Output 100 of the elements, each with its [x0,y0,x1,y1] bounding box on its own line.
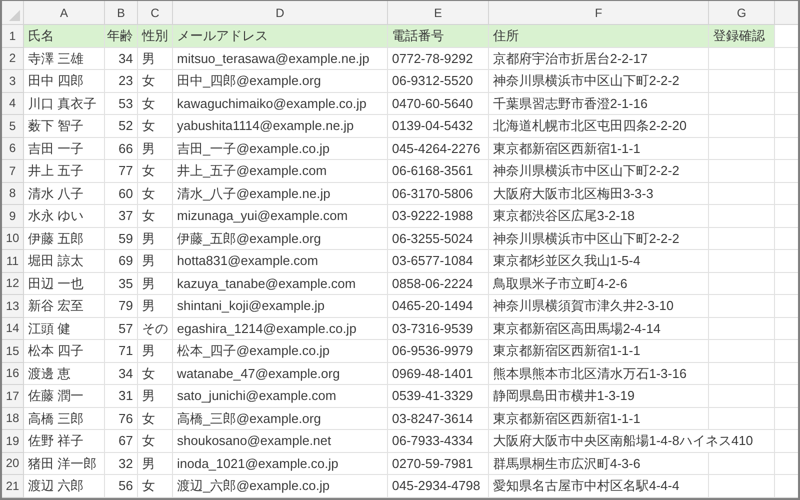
table-cell: mitsuo_terasawa@example.ne.jp [173,48,388,70]
table-cell: 女 [138,182,173,205]
table-cell: 佐藤 潤一 [24,385,105,408]
header-cell: 氏名 [24,25,105,48]
table-cell: 女 [138,92,173,115]
table-cell: 神奈川県横浜市中区山下町2-2-2 [489,160,709,182]
row-header[interactable]: 2 [2,48,24,70]
table-cell: 新谷 宏至 [24,295,105,318]
table-cell: 東京都新宿区西新宿1-1-1 [489,138,709,160]
table-cell: 男 [138,295,173,318]
column-header[interactable]: E [388,1,489,25]
table-cell: 06-7933-4334 [388,430,489,452]
table-cell: 大阪府大阪市北区梅田3-3-3 [489,182,709,205]
column-header[interactable]: G [709,1,775,25]
table-cell: 77 [105,160,138,182]
row-header[interactable]: 9 [2,205,24,228]
table-cell: 伊藤_五郎@example.org [173,228,388,250]
table-cell: 高橋_三郎@example.org [173,408,388,430]
table-cell: 03-7316-9539 [388,318,489,340]
table-cell: 女 [138,70,173,92]
table-cell: 57 [105,318,138,340]
triangle-icon [9,10,20,21]
table-cell: 神奈川県横須賀市津久井2-3-10 [489,295,709,318]
column-header[interactable]: D [173,1,388,25]
table-cell: 神奈川県横浜市中区山下町2-2-2 [489,70,709,92]
table-cell: 熊本県熊本市北区清水万石1-3-16 [489,362,709,385]
table-cell: 0465-20-1494 [388,295,489,318]
table-cell: 37 [105,205,138,228]
table-cell: 045-2934-4798 [388,475,489,498]
header-cell: 年齢 [105,25,138,48]
row-header[interactable]: 14 [2,318,24,340]
table-cell: 神奈川県横浜市中区山下町2-2-2 [489,228,709,250]
table-cell: kazuya_tanabe@example.com [173,272,388,295]
table-cell: 渡辺_六郎@example.co.jp [173,475,388,498]
table-cell: 女 [138,408,173,430]
table-cell: 田中 四郎 [24,70,105,92]
table-cell: 高橋 三郎 [24,408,105,430]
table-cell: 0858-06-2224 [388,272,489,295]
table-cell: 渡辺 六郎 [24,475,105,498]
table-cell: 北海道札幌市北区屯田四条2-2-20 [489,115,709,138]
table-cell: 0470-60-5640 [388,92,489,115]
table-cell: 松本_四子@example.co.jp [173,340,388,362]
table-cell: 06-9536-9979 [388,340,489,362]
row-header[interactable]: 19 [2,430,24,452]
table-cell: 男 [138,272,173,295]
column-header[interactable]: B [105,1,138,25]
row-header[interactable]: 11 [2,250,24,272]
column-header[interactable]: F [489,1,709,25]
select-all-button[interactable] [2,1,24,25]
table-cell: kawaguchimaiko@example.co.jp [173,92,388,115]
table-cell: 田辺 一也 [24,272,105,295]
table-cell: 59 [105,228,138,250]
table-cell: 井上_五子@example.com [173,160,388,182]
table-cell: 男 [138,228,173,250]
column-header[interactable]: A [24,1,105,25]
row-header[interactable]: 15 [2,340,24,362]
header-cell: 電話番号 [388,25,489,48]
table-cell: 女 [138,115,173,138]
table-cell: 千葉県習志野市香澄2-1-16 [489,92,709,115]
table-cell: shintani_koji@example.jp [173,295,388,318]
table-cell: 35 [105,272,138,295]
table-cell: 佐野 祥子 [24,430,105,452]
row-header[interactable]: 13 [2,295,24,318]
table-cell: 67 [105,430,138,452]
row-header[interactable]: 21 [2,475,24,498]
table-cell: 吉田_一子@example.co.jp [173,138,388,160]
table-cell: 女 [138,160,173,182]
table-cell: 清水 八子 [24,182,105,205]
row-header[interactable]: 7 [2,160,24,182]
table-cell: 0772-78-9292 [388,48,489,70]
header-cell: 住所 [489,25,709,48]
table-cell: 31 [105,385,138,408]
table-cell: yabushita1114@example.ne.jp [173,115,388,138]
table-cell: 伊藤 五郎 [24,228,105,250]
row-header[interactable]: 3 [2,70,24,92]
table-cell: shoukosano@example.net [173,430,388,452]
row-header[interactable]: 16 [2,362,24,385]
row-header[interactable]: 1 [2,25,24,48]
table-cell: 鳥取県米子市立町4-2-6 [489,272,709,295]
table-cell: 松本 四子 [24,340,105,362]
header-cell: 登録確認 [709,25,775,48]
table-cell: 女 [138,362,173,385]
row-header[interactable]: 6 [2,138,24,160]
row-header[interactable]: 4 [2,92,24,115]
table-cell: 0270-59-7981 [388,452,489,475]
row-header[interactable]: 20 [2,452,24,475]
row-header[interactable]: 17 [2,385,24,408]
table-cell: watanabe_47@example.org [173,362,388,385]
table-cell: 52 [105,115,138,138]
table-cell: 03-9222-1988 [388,205,489,228]
row-header[interactable]: 8 [2,182,24,205]
row-header[interactable]: 18 [2,408,24,430]
table-cell: 薮下 智子 [24,115,105,138]
table-cell: 静岡県島田市横井1-3-19 [489,385,709,408]
row-header[interactable]: 12 [2,272,24,295]
column-header[interactable]: C [138,1,173,25]
row-header[interactable]: 10 [2,228,24,250]
row-header[interactable]: 5 [2,115,24,138]
table-cell: 34 [105,48,138,70]
table-cell: 東京都新宿区西新宿1-1-1 [489,340,709,362]
